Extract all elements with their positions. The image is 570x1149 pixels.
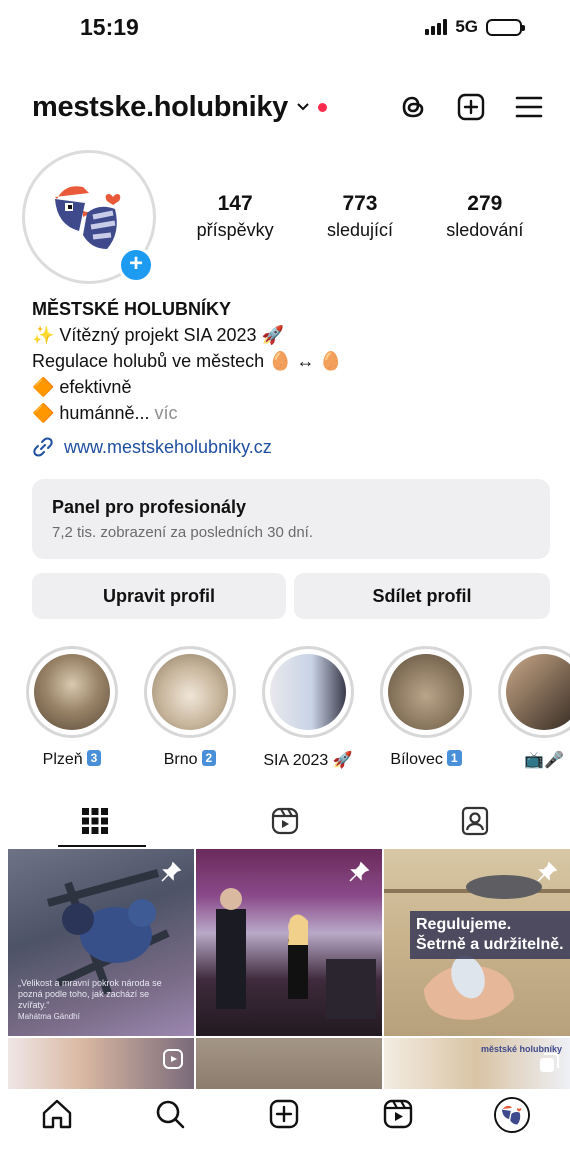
highlight-label: Bílovec (390, 751, 443, 768)
pin-icon (349, 861, 370, 882)
bio-line: Regulace holubů ve městech 🥚 ↔ 🥚 (32, 351, 342, 371)
website-link[interactable]: www.mestskeholubniky.cz (32, 436, 272, 458)
avatar-pigeon-logo (496, 1099, 529, 1131)
battery-icon (486, 18, 525, 36)
highlight-plzen[interactable]: Plzeň 3 (26, 646, 118, 769)
post-tile[interactable] (196, 849, 382, 1036)
post-tile[interactable]: „Velikost a mravní pokrok národa se pozn… (8, 849, 194, 1036)
highlight-bilovec[interactable]: Bílovec 1 (380, 646, 472, 769)
threads-icon[interactable] (398, 92, 428, 122)
username-switcher[interactable]: mestske.holubniky (32, 91, 288, 124)
chevron-down-icon[interactable] (296, 100, 310, 114)
status-time: 15:19 (80, 14, 139, 40)
number-badge: 1 (446, 750, 462, 766)
reels-nav-icon[interactable] (381, 1097, 415, 1131)
post-tile[interactable]: městské holubníky (384, 1038, 570, 1089)
header-actions (398, 92, 544, 122)
post-tile[interactable] (196, 1038, 382, 1089)
following-count: 279 (467, 192, 503, 215)
network-label: 5G (455, 17, 478, 36)
pin-icon (537, 861, 558, 882)
grid-icon (82, 808, 108, 834)
highlight-media[interactable]: 📺🎤 (498, 646, 570, 770)
highlight-label: Plzeň (42, 751, 83, 768)
following-label: sledování (446, 220, 524, 240)
edit-profile-button[interactable]: Upravit profil (32, 573, 286, 619)
posts-grid: „Velikost a mravní pokrok národa se pozn… (8, 849, 570, 1089)
pin-icon (161, 861, 182, 882)
bio-line: ✨ Vítězný projekt SIA 2023 🚀 (32, 325, 284, 345)
add-story-button[interactable]: + (118, 247, 154, 283)
bio-line: 🔶 efektivně (32, 377, 132, 397)
panel-title: Panel pro profesionály (52, 497, 247, 517)
profile-bio: MĚSTSKÉ HOLUBNÍKY ✨ Vítězný projekt SIA … (32, 296, 342, 426)
bio-more-link[interactable]: víc (155, 403, 178, 423)
display-name: MĚSTSKÉ HOLUBNÍKY (32, 299, 232, 319)
profile-nav-avatar[interactable] (494, 1097, 531, 1133)
create-icon[interactable] (267, 1097, 301, 1131)
website-url: www.mestskeholubniky.cz (64, 436, 272, 457)
search-icon[interactable] (153, 1097, 187, 1131)
number-badge: 3 (86, 750, 102, 766)
post-banner: Regulujeme. Šetrně a udržitelně. (410, 911, 570, 959)
share-profile-button[interactable]: Sdílet profil (294, 573, 550, 619)
post-quote: „Velikost a mravní pokrok národa se pozn… (18, 978, 162, 1021)
post-quote-author: Mahátma Gándhí (18, 1012, 80, 1021)
highlight-label: SIA 2023 🚀 (263, 752, 353, 769)
highlight-sia-2023[interactable]: SIA 2023 🚀 (262, 646, 354, 770)
bio-line: 🔶 humánně... (32, 403, 150, 423)
status-right: 5G (425, 17, 525, 37)
posts-count: 147 (217, 192, 253, 215)
followers-label: sledující (326, 220, 393, 240)
profile-header: mestske.holubniky (32, 84, 544, 130)
highlight-label: Brno (163, 751, 198, 768)
home-icon[interactable] (40, 1097, 74, 1131)
profile-stats: 147 příspěvky 773 sledující 279 sledován… (170, 192, 550, 241)
highlight-label: 📺🎤 (524, 752, 564, 769)
posts-label: příspěvky (196, 220, 274, 240)
panel-subtitle: 7,2 tis. zobrazení za posledních 30 dní. (52, 524, 313, 541)
tab-tagged[interactable] (380, 795, 570, 847)
add-post-icon[interactable] (456, 92, 486, 122)
tab-reels[interactable] (190, 795, 380, 847)
post-tile[interactable]: Regulujeme. Šetrně a udržitelně. (384, 849, 570, 1036)
reels-icon (271, 807, 299, 835)
bottom-nav (0, 1089, 570, 1149)
tab-posts-grid[interactable] (0, 795, 190, 847)
professional-dashboard[interactable]: Panel pro profesionály 7,2 tis. zobrazen… (32, 479, 550, 559)
post-tile[interactable] (8, 1038, 194, 1089)
profile-tabs (0, 795, 570, 847)
notification-dot (318, 102, 327, 112)
status-bar: 15:19 5G (0, 0, 570, 56)
followers-count: 773 (342, 192, 378, 215)
link-icon (33, 437, 53, 457)
number-badge: 2 (201, 750, 217, 766)
reel-icon (163, 1049, 183, 1069)
tagged-icon (461, 806, 489, 836)
stat-posts[interactable]: 147 příspěvky (197, 192, 274, 241)
signal-icon (425, 19, 448, 35)
highlight-brno[interactable]: Brno 2 (144, 646, 236, 769)
stat-followers[interactable]: 773 sledující (327, 192, 393, 241)
stat-following[interactable]: 279 sledování (446, 192, 523, 241)
menu-icon[interactable] (514, 92, 544, 122)
carousel-icon (540, 1053, 559, 1072)
